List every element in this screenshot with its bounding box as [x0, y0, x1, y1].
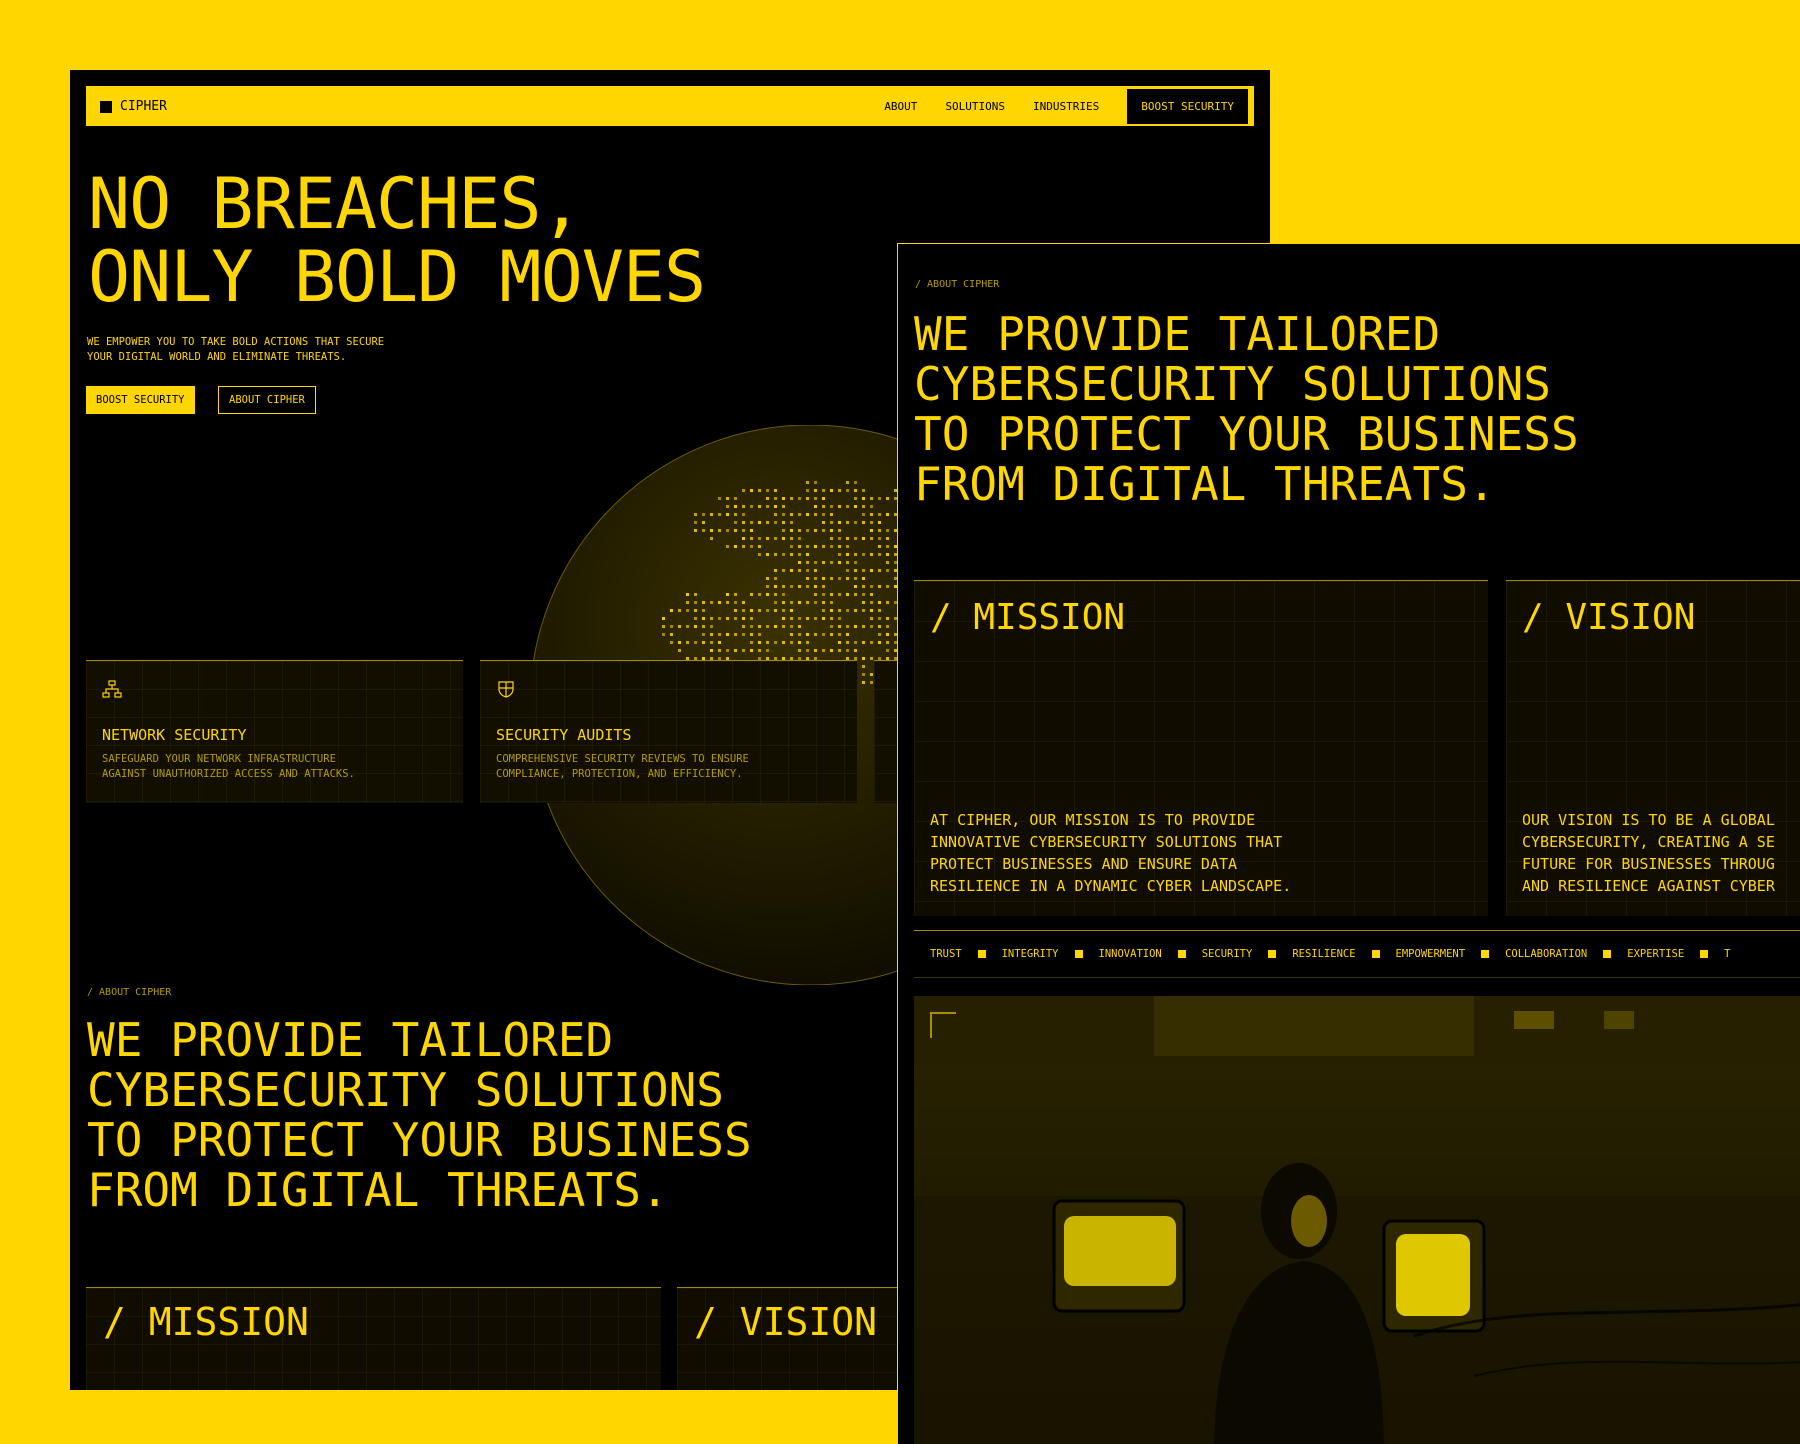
mission-heading: / MISSION [930, 597, 1126, 638]
nav-link-about[interactable]: ABOUT [884, 100, 917, 113]
service-description-line: SAFEGUARD YOUR NETWORK INFRASTRUCTURE [102, 753, 336, 765]
brand-name: CIPHER [120, 99, 167, 114]
value-item: INNOVATION [1098, 948, 1162, 960]
service-description: SAFEGUARD YOUR NETWORK INFRASTRUCTURE AG… [102, 752, 432, 782]
crt-monitor-left [1052, 1199, 1186, 1313]
value-item: RESILIENCE [1292, 948, 1356, 960]
about-title-line: CYBERSECURITY SOLUTIONS [914, 357, 1551, 411]
separator-square-icon [1177, 950, 1186, 958]
service-description-line: COMPREHENSIVE SECURITY REVIEWS TO ENSURE [496, 753, 749, 765]
brand-logo[interactable]: CIPHER [100, 99, 167, 114]
separator-square-icon [1371, 950, 1380, 958]
mission-card: / MISSION [86, 1287, 661, 1390]
value-item: EMPOWERMENT [1395, 948, 1466, 960]
hero-subtitle: WE EMPOWER YOU TO TAKE BOLD ACTIONS THAT… [87, 335, 447, 365]
service-description-line: AGAINST UNAUTHORIZED ACCESS AND ATTACKS. [102, 768, 355, 780]
service-title: NETWORK SECURITY [102, 726, 247, 744]
top-nav: CIPHER ABOUT SOLUTIONS INDUSTRIES BOOST … [86, 86, 1254, 126]
nav-link-industries[interactable]: INDUSTRIES [1033, 100, 1099, 113]
value-item: INTEGRITY [1001, 948, 1059, 960]
hero-title: NO BREACHES, ONLY BOLD MOVES [88, 163, 706, 318]
about-title-line: WE PROVIDE TAILORED [914, 307, 1441, 361]
team-photo [914, 996, 1800, 1444]
value-item: SECURITY [1201, 948, 1253, 960]
vision-card: / VISION OUR VISION IS TO BE A GLOBAL CY… [1506, 580, 1800, 916]
service-card-audits[interactable]: SECURITY AUDITS COMPREHENSIVE SECURITY R… [480, 660, 857, 803]
hero-title-line: NO BREACHES, [88, 163, 583, 245]
separator-square-icon [1074, 950, 1083, 958]
about-title-line: WE PROVIDE TAILORED [87, 1013, 614, 1067]
service-title: SECURITY AUDITS [496, 726, 632, 744]
mission-heading: / MISSION [103, 1300, 309, 1344]
about-cipher-button[interactable]: ABOUT CIPHER [218, 386, 316, 414]
value-item: T [1724, 948, 1731, 960]
separator-square-icon [1603, 950, 1612, 958]
logo-square-icon [100, 100, 112, 113]
value-item: TRUST [930, 948, 962, 960]
about-title-line: TO PROTECT YOUR BUSINESS [87, 1113, 752, 1167]
about-title-line: FROM DIGITAL THREATS. [87, 1163, 669, 1217]
separator-square-icon [1481, 950, 1490, 958]
vision-text: OUR VISION IS TO BE A GLOBAL CYBERSECURI… [1522, 811, 1775, 895]
separator-square-icon [1268, 950, 1277, 958]
service-card-network[interactable]: NETWORK SECURITY SAFEGUARD YOUR NETWORK … [86, 660, 463, 803]
about-title: WE PROVIDE TAILORED CYBERSECURITY SOLUTI… [914, 309, 1579, 509]
nav-link-solutions[interactable]: SOLUTIONS [945, 100, 1005, 113]
shield-icon [498, 681, 514, 698]
about-title: WE PROVIDE TAILORED CYBERSECURITY SOLUTI… [87, 1015, 752, 1215]
nav-links: ABOUT SOLUTIONS INDUSTRIES BOOST SECURIT… [884, 86, 1254, 126]
corner-bracket-decoration [930, 1012, 956, 1038]
photo-scene-graphic [914, 996, 1800, 1444]
vision-heading: / VISION [1522, 597, 1696, 638]
about-page-window: / ABOUT CIPHER WE PROVIDE TAILORED CYBER… [897, 243, 1800, 1444]
about-breadcrumb: / ABOUT CIPHER [87, 987, 172, 998]
hero-title-line: ONLY BOLD MOVES [88, 236, 706, 318]
values-ticker: TRUST INTEGRITY INNOVATION SECURITY RESILIEN… [914, 930, 1800, 978]
about-breadcrumb: / ABOUT CIPHER [915, 279, 1000, 290]
separator-square-icon [1700, 950, 1709, 958]
network-icon [102, 680, 122, 698]
service-description: COMPREHENSIVE SECURITY REVIEWS TO ENSURE… [496, 752, 826, 782]
nav-boost-security-button[interactable]: BOOST SECURITY [1127, 88, 1248, 124]
value-item: COLLABORATION [1505, 948, 1588, 960]
separator-square-icon [977, 950, 986, 958]
hero-subtitle-line: YOUR DIGITAL WORLD AND ELIMINATE THREATS… [87, 351, 347, 363]
about-title-line: TO PROTECT YOUR BUSINESS [914, 407, 1579, 461]
about-title-line: FROM DIGITAL THREATS. [914, 457, 1496, 511]
boost-security-button[interactable]: BOOST SECURITY [86, 386, 195, 414]
value-item: EXPERTISE [1627, 948, 1685, 960]
about-title-line: CYBERSECURITY SOLUTIONS [87, 1063, 724, 1117]
vision-heading: / VISION [694, 1300, 878, 1344]
service-description-line: COMPLIANCE, PROTECTION, AND EFFICIENCY. [496, 768, 743, 780]
crt-monitor-right [1382, 1219, 1486, 1333]
hero-subtitle-line: WE EMPOWER YOU TO TAKE BOLD ACTIONS THAT… [87, 336, 385, 348]
mission-card: / MISSION AT CIPHER, OUR MISSION IS TO P… [914, 580, 1488, 916]
mission-text: AT CIPHER, OUR MISSION IS TO PROVIDE INN… [930, 811, 1292, 895]
